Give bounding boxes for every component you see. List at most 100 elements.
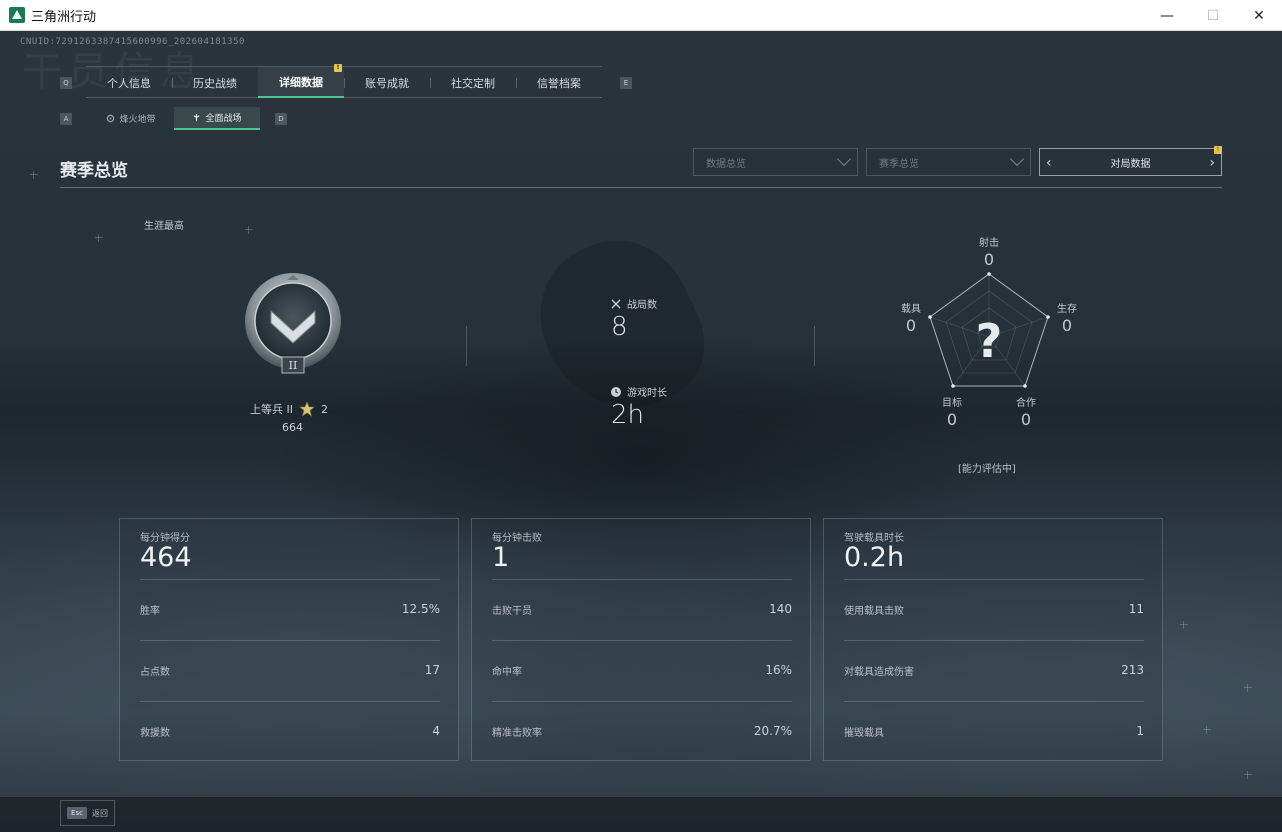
unknown-question-icon: ? <box>976 314 1003 368</box>
subtab-fire-zone[interactable]: 烽火地带 <box>88 107 174 130</box>
card-row: 占点数 17 <box>140 662 440 678</box>
card-divider <box>492 701 792 702</box>
radar-value-objective: 0 <box>946 410 958 429</box>
key-hint-d: D <box>275 113 287 125</box>
app-logo-icon <box>9 7 25 23</box>
decor-plus-icon <box>1180 621 1188 629</box>
row-label: 占点数 <box>140 666 170 678</box>
clock-icon <box>611 386 621 397</box>
chevron-right-icon[interactable]: › <box>1209 155 1215 171</box>
chevron-down-icon <box>836 151 852 167</box>
card-row: 精准击败率 20.7% <box>492 723 792 739</box>
tab-history[interactable]: 历史战绩 <box>172 67 258 98</box>
decor-plus-icon <box>30 171 38 179</box>
card-divider <box>140 701 440 702</box>
card-row: 对载具造成伤害 213 <box>844 662 1144 678</box>
radar-label-survival: 生存 <box>1057 304 1077 315</box>
decor-plus-icon <box>1244 684 1252 692</box>
row-label: 救援数 <box>140 727 170 739</box>
card-value: 0.2h <box>844 542 905 573</box>
card-divider <box>844 640 1144 641</box>
row-label: 命中率 <box>492 666 522 678</box>
radar-status-text: [能力评估中] <box>958 464 1016 475</box>
card-divider <box>844 579 1144 580</box>
tab-achievements[interactable]: 账号成就 <box>344 67 430 98</box>
tab-detailed-data[interactable]: 详细数据! <box>258 64 344 98</box>
maximize-button[interactable]: ☐ <box>1190 0 1236 31</box>
card-divider <box>492 579 792 580</box>
chevron-left-icon[interactable]: ‹ <box>1046 155 1052 171</box>
tab-credit-record[interactable]: 信誉档案 <box>516 67 602 98</box>
rank-score: 664 <box>282 421 303 434</box>
radar-value-shooting: 0 <box>983 250 995 269</box>
back-label: 返回 <box>92 808 108 818</box>
game-viewport: 干员信息 CNUID:7291263387415600996_202604181… <box>0 31 1282 832</box>
row-value: 17 <box>424 663 440 677</box>
row-value: 20.7% <box>753 724 792 738</box>
matches-label-row: 战局数 <box>610 296 657 311</box>
season-dropdown[interactable]: 赛季总览 <box>866 148 1031 176</box>
card-value: 1 <box>492 542 510 573</box>
kills-per-minute-card: 每分钟击败 1 击败干员 140 命中率 16% 精准击败率 20.7% <box>471 518 811 761</box>
row-label: 对载具造成伤害 <box>844 666 914 678</box>
vertical-divider <box>814 326 815 366</box>
row-value: 1 <box>1136 724 1144 738</box>
card-row: 击败干员 140 <box>492 601 792 617</box>
row-label: 使用载具击败 <box>844 605 904 617</box>
decor-plus-icon <box>95 234 103 242</box>
main-tab-bar: 个人信息 历史战绩 详细数据! 账号成就 社交定制 信誉档案 <box>86 64 602 98</box>
row-label: 精准击败率 <box>492 727 542 739</box>
notification-badge: ! <box>334 64 342 72</box>
decor-plus-icon <box>1203 726 1211 734</box>
sub-tab-bar: 烽火地带 全面战场 <box>88 107 260 130</box>
back-button[interactable]: Esc 返回 <box>60 800 115 826</box>
minimize-button[interactable]: — <box>1144 0 1190 31</box>
rank-badge-icon: II <box>245 273 341 374</box>
tab-social-customize[interactable]: 社交定制 <box>430 67 516 98</box>
subtab-label: 全面战场 <box>205 114 242 124</box>
section-title: 赛季总览 <box>60 161 128 181</box>
tab-label: 详细数据 <box>279 75 323 89</box>
card-divider <box>140 640 440 641</box>
row-value: 11 <box>1128 602 1144 616</box>
card-value: 464 <box>140 542 192 573</box>
data-overview-dropdown[interactable]: 数据总览 <box>693 148 858 176</box>
dropdown-value: 赛季总览 <box>879 158 919 170</box>
close-button[interactable]: ✕ <box>1236 0 1282 31</box>
row-value: 213 <box>1121 663 1144 677</box>
pager-label: 对局数据 <box>1110 158 1151 170</box>
rank-roman-text: II <box>289 359 298 372</box>
key-hint-e: E <box>620 77 632 89</box>
career-best-label: 生涯最高 <box>144 221 184 232</box>
tab-personal-info[interactable]: 个人信息 <box>86 67 172 98</box>
key-hint-q: Q <box>60 77 72 89</box>
radar-label-objective: 目标 <box>942 398 962 409</box>
radar-value-vehicle: 0 <box>905 316 917 335</box>
card-divider <box>844 701 1144 702</box>
row-label: 击败干员 <box>492 605 532 617</box>
vehicle-time-card: 驾驶载具时长 0.2h 使用载具击败 11 对载具造成伤害 213 摧毁载具 1 <box>823 518 1163 761</box>
score-per-minute-card: 每分钟得分 464 胜率 12.5% 占点数 17 救援数 4 <box>119 518 459 761</box>
row-label: 摧毁载具 <box>844 727 884 739</box>
matches-label: 战局数 <box>627 300 657 311</box>
star-icon <box>299 401 315 417</box>
card-row: 胜率 12.5% <box>140 601 440 617</box>
radar-label-vehicle: 载具 <box>901 304 921 315</box>
cnuid-text: CNUID:7291263387415600996_202604181350 <box>20 37 245 47</box>
window-title: 三角洲行动 <box>31 9 97 25</box>
dropdown-value: 数据总览 <box>706 158 746 170</box>
row-value: 4 <box>432 724 440 738</box>
radar-value-cooperation: 0 <box>1020 410 1032 429</box>
window-titlebar: 三角洲行动 — ☐ ✕ <box>0 0 1282 31</box>
subtab-battlefield[interactable]: 全面战场 <box>174 107 260 130</box>
row-label: 胜率 <box>140 605 160 617</box>
subtab-label: 烽火地带 <box>119 115 156 125</box>
card-row: 使用载具击败 11 <box>844 601 1144 617</box>
chevron-down-icon <box>1009 151 1025 167</box>
radar-label-cooperation: 合作 <box>1016 398 1036 409</box>
bottom-bar <box>0 797 1282 832</box>
rank-stars: 2 <box>321 402 328 416</box>
esc-key-hint: Esc <box>67 807 87 819</box>
card-row: 命中率 16% <box>492 662 792 678</box>
decor-plus-icon <box>1244 771 1252 779</box>
